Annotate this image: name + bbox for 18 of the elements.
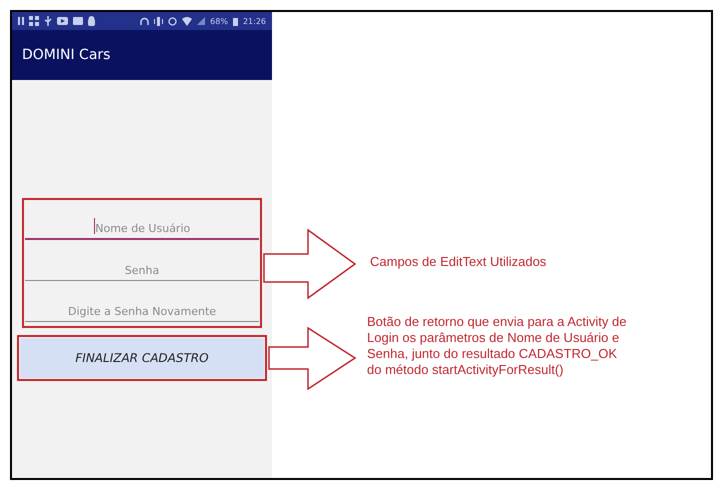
vibrate-icon <box>154 16 164 26</box>
app-title: DOMINI Cars <box>22 47 110 63</box>
annotation-text: Botão de retorno que envia para a Activity de Login os parâmetros de Nome de Usuário e Senha, junto do resultado CADASTRO_OK do método startActivityForResult() <box>367 314 626 378</box>
battery-percent: 68% <box>210 16 228 26</box>
pause-icon <box>18 17 24 25</box>
input-field[interactable]: Digite a Senha Novamente <box>68 305 216 318</box>
grid-icon <box>29 16 39 26</box>
signal-icon <box>197 17 206 25</box>
alarm-icon <box>168 16 178 26</box>
finish-button[interactable]: FINALIZAR CADASTRO <box>20 338 264 378</box>
input-field[interactable]: Senha <box>124 264 160 277</box>
input-field[interactable]: Nome de Usuário <box>95 222 190 235</box>
annotation-text: Campos de EditText Utilizados <box>370 254 546 270</box>
video-icon <box>57 17 68 25</box>
clock: 21:26 <box>242 16 266 26</box>
headphones-icon <box>140 16 150 26</box>
wifi-icon <box>182 16 192 26</box>
battery-icon <box>232 16 238 26</box>
